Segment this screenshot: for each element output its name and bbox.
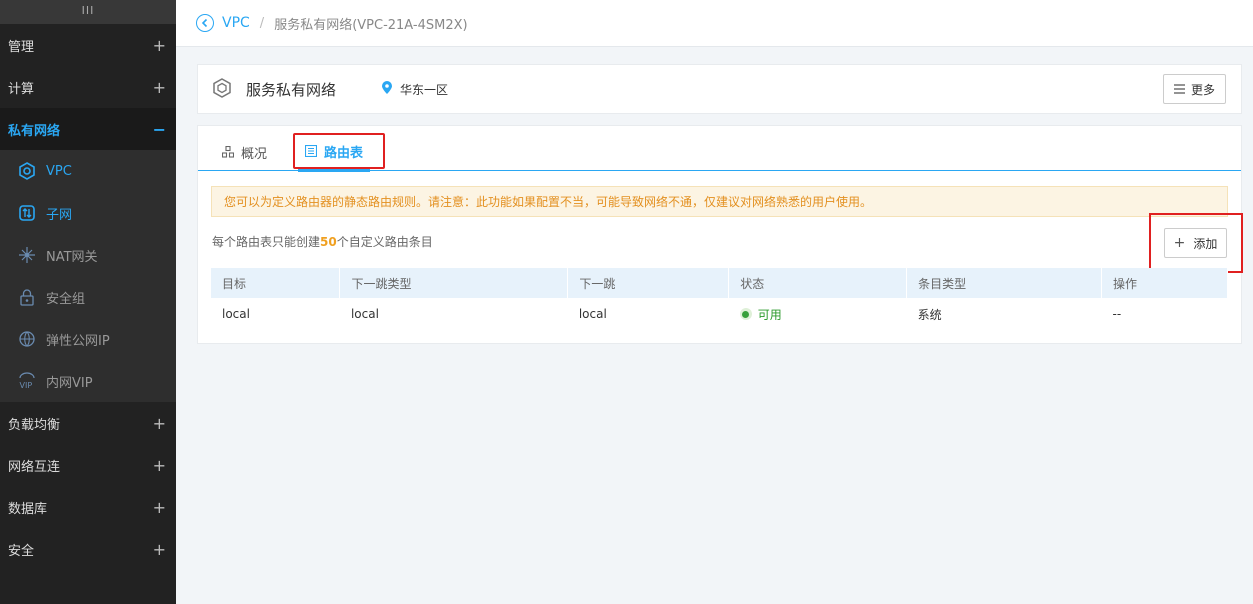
breadcrumb-current: 服务私有网络(VPC-21A-4SM2X) [274, 17, 468, 33]
sidebar-item-vpc[interactable]: VPC [0, 150, 176, 192]
svg-text:VIP: VIP [20, 381, 33, 390]
add-button-label: 添加 [1193, 236, 1218, 251]
column-header: 操作 [1101, 268, 1228, 298]
sidebar-group-label: 负载均衡 [8, 417, 61, 433]
status-dot-icon [739, 308, 752, 320]
column-header: 下一跳类型 [339, 268, 569, 298]
plus-icon: + [152, 539, 166, 559]
sidebar-item-nat-gateway[interactable]: NAT网关 [0, 234, 176, 276]
plus-icon: + [152, 413, 166, 433]
sidebar-item-label: 安全组 [46, 291, 86, 307]
subnet-icon [18, 204, 36, 222]
plus-icon: + [152, 35, 166, 55]
table-header-row: 目标 下一跳类型 下一跳 状态 条目类型 操作 [211, 268, 1228, 298]
sidebar-group-private-network[interactable]: 私有网络 − [0, 108, 176, 150]
back-icon[interactable] [196, 14, 214, 32]
globe-icon [18, 330, 36, 348]
sidebar-item-label: NAT网关 [46, 249, 98, 265]
overview-icon [222, 146, 234, 158]
column-header: 目标 [211, 268, 341, 298]
sidebar-item-label: 内网VIP [46, 375, 93, 391]
column-header: 下一跳 [567, 268, 730, 298]
table-row: local local local 可用 系统 -- [211, 298, 1228, 330]
resource-header: 服务私有网络 华东一区 更多 [197, 64, 1242, 114]
sidebar-group-label: 管理 [8, 39, 35, 55]
sidebar-group-label: 计算 [8, 81, 35, 97]
sidebar-item-security-group[interactable]: 安全组 [0, 276, 176, 318]
sidebar-group-label: 安全 [8, 543, 35, 559]
warning-notice: 您可以为定义路由器的静态路由规则。请注意：此功能如果配置不当，可能导致网络不通，… [211, 186, 1228, 217]
status-text: 可用 [757, 307, 782, 322]
sidebar-group-compute[interactable]: 计算 + [0, 66, 176, 108]
route-table-panel: 概况 路由表 您可以为定义路由器的静态路由规则。请注意：此功能如果配置不当，可能… [197, 125, 1243, 344]
sidebar-group-manage[interactable]: 管理 + [0, 24, 176, 66]
more-button-label: 更多 [1190, 82, 1215, 97]
sidebar-item-subnet[interactable]: 子网 [0, 192, 176, 234]
breadcrumb-link-vpc[interactable]: VPC [222, 15, 250, 31]
lock-icon [18, 288, 36, 306]
tab-route-table[interactable]: 路由表 [293, 133, 385, 169]
sidebar-submenu: VPC 子网 NAT网关 安全组 弹性公网IP VIP 内网VIP [0, 150, 176, 402]
plus-icon: + [152, 77, 166, 97]
sidebar-group-database[interactable]: 数据库 + [0, 486, 176, 528]
sidebar-item-label: VPC [46, 163, 72, 179]
sidebar-item-internal-vip[interactable]: VIP 内网VIP [0, 360, 176, 402]
sidebar-group-interconnect[interactable]: 网络互连 + [0, 444, 176, 486]
quota-count: 50 [320, 235, 337, 249]
network-hexagon-icon [212, 77, 232, 101]
cell-status: 可用 [729, 298, 907, 330]
more-button[interactable]: 更多 [1163, 74, 1226, 104]
nat-gateway-icon [18, 246, 36, 264]
breadcrumb: VPC / 服务私有网络(VPC-21A-4SM2X) [176, 0, 1253, 47]
breadcrumb-separator: / [259, 15, 265, 31]
tab-bar: 概况 路由表 [198, 126, 1241, 172]
sidebar-item-label: 弹性公网IP [46, 333, 110, 349]
sidebar-group-label: 私有网络 [8, 123, 61, 139]
cell-action: -- [1112, 307, 1122, 321]
location-pin-icon [382, 81, 393, 97]
sidebar-collapse-toggle[interactable]: III [0, 0, 176, 24]
cell-next-hop: local [578, 307, 607, 321]
vpc-icon [18, 162, 36, 180]
add-route-button[interactable]: + 添加 [1164, 228, 1227, 258]
route-table: 目标 下一跳类型 下一跳 状态 条目类型 操作 local local loca… [211, 268, 1228, 330]
sidebar: III 管理 + 计算 + 私有网络 − VPC 子网 NAT网关 安全组 弹性… [0, 0, 176, 604]
status-badge: 可用 [739, 306, 782, 323]
page-title: 服务私有网络 [246, 80, 337, 99]
sidebar-item-label: 子网 [46, 207, 73, 223]
route-quota-text: 每个路由表只能创建50个自定义路由条目 [212, 233, 433, 250]
plus-icon: + [1173, 235, 1186, 251]
sidebar-item-elastic-ip[interactable]: 弹性公网IP [0, 318, 176, 360]
plus-icon: + [152, 497, 166, 517]
tab-label: 路由表 [324, 145, 364, 161]
region-name: 华东一区 [400, 82, 449, 97]
vip-icon: VIP [18, 372, 36, 390]
list-icon [305, 145, 317, 157]
sidebar-group-load-balancer[interactable]: 负载均衡 + [0, 402, 176, 444]
column-header: 条目类型 [906, 268, 1103, 298]
menu-icon [1173, 84, 1185, 94]
cell-entry-type: 系统 [917, 307, 942, 322]
plus-icon: + [152, 455, 166, 475]
tab-label: 概况 [241, 146, 268, 162]
sidebar-group-label: 数据库 [8, 501, 48, 517]
active-tab-indicator [298, 169, 370, 172]
quota-prefix: 每个路由表只能创建 [212, 235, 321, 249]
region-label: 华东一区 [382, 81, 448, 98]
sidebar-group-security[interactable]: 安全 + [0, 528, 176, 570]
cell-next-hop-type: local [350, 307, 379, 321]
tab-overview[interactable]: 概况 [222, 134, 267, 170]
sidebar-group-label: 网络互连 [8, 459, 61, 475]
cell-target: local [222, 307, 250, 321]
quota-suffix: 个自定义路由条目 [336, 235, 433, 249]
minus-icon: − [152, 119, 166, 139]
column-header: 状态 [728, 268, 908, 298]
